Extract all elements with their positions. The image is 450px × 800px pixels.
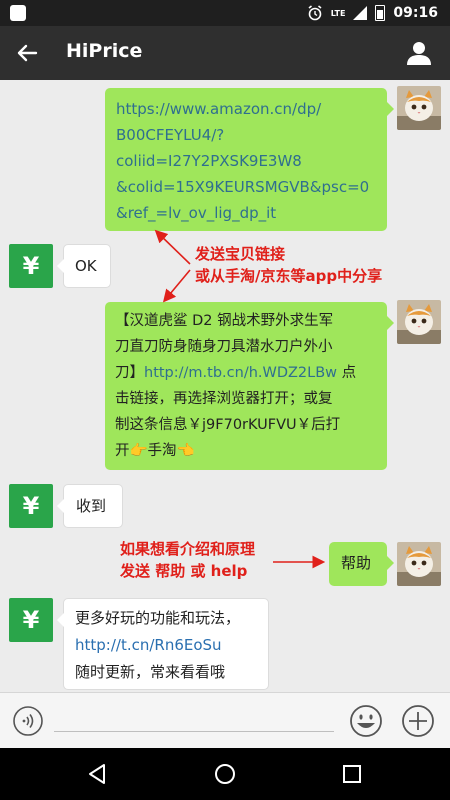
yen-icon: ¥ [22,492,40,520]
message-text: 点 [337,365,357,381]
status-bar: LTE 09:16 [0,0,450,26]
message-link[interactable]: https://www.amazon.cn/dp/ B00CFEYLU4/? c… [116,96,377,226]
message-text: OK [75,257,97,275]
bot-avatar[interactable]: ¥ [9,244,53,288]
message-bubble-incoming[interactable]: 收到 [57,484,123,528]
link-line: B00CFEYLU4/? [116,126,225,144]
message-text-line: 制这条信息￥j9F70rKUFVU￥后打 [115,417,341,433]
yen-icon: ¥ [22,606,40,634]
status-icons: LTE 09:16 [307,0,438,26]
annotation-share-hint: 发送宝贝链接 或从手淘/京东等app中分享 [195,243,382,287]
emoji-icon[interactable] [348,703,384,739]
status-time: 09:16 [393,5,438,21]
link-line: &ref_=lv_ov_lig_dp_it [116,204,277,222]
message-bubble-outgoing[interactable]: 帮助 [329,542,394,586]
message-bubble-incoming[interactable]: 更多好玩的功能和玩法， http://t.cn/Rn6EoSu 随时更新，常来看… [57,598,269,690]
message-bubble-incoming[interactable]: OK [57,244,111,288]
message-text: 刀】 [115,365,144,381]
signal-icon [353,6,368,20]
battery-icon [375,5,386,21]
message-text: 帮助 [341,554,372,572]
bot-avatar[interactable]: ¥ [9,598,53,642]
input-bar [0,692,450,749]
user-avatar[interactable] [397,300,441,344]
bot-avatar[interactable]: ¥ [9,484,53,528]
message-link[interactable]: http://t.cn/Rn6EoSu [75,632,268,659]
annotation-help-hint: 如果想看介绍和原理 发送 帮助 或 help [120,538,255,582]
annotation-line: 发送 帮助 或 help [120,562,248,580]
yen-icon: ¥ [22,252,40,280]
annotation-line: 如果想看介绍和原理 [120,540,256,558]
person-icon[interactable] [404,38,434,68]
user-avatar[interactable] [397,86,441,130]
voice-icon[interactable] [12,705,44,737]
message-bubble-outgoing[interactable]: 【汉道虎鲨 D2 钢战术野外求生军 刀直刀防身随身刀具潜水刀户外小 刀】http… [105,302,394,470]
link-line: coliid=I27Y2PXSK9E3W8 [116,152,302,170]
message-text-line: 开👉手淘👈 [115,443,195,459]
message-text-line: 刀】http://m.tb.cn/h.WDZ2LBw 点 [115,360,379,386]
message-text: 收到 [76,497,107,515]
message-text-line: 【汉道虎鲨 D2 钢战术野外求生军 [115,313,334,329]
message-input[interactable] [54,731,334,732]
plus-icon[interactable] [400,703,436,739]
arrow-left-icon[interactable] [12,38,42,68]
link-line: &colid=15X9KEURSMGVB&psc=0 [116,178,370,196]
nav-home-icon[interactable] [213,762,237,786]
message-text-line: 刀直刀防身随身刀具潜水刀户外小 [115,339,333,355]
annotation-line: 或从手淘/京东等app中分享 [195,267,383,285]
system-nav-bar [0,748,450,800]
nav-recent-icon[interactable] [340,762,364,786]
alarm-icon [308,5,322,21]
arrow-to-link [154,229,191,265]
message-text-line: 更多好玩的功能和玩法， [75,609,241,627]
notification-icon [10,5,26,21]
arrow-to-share [162,269,191,303]
link-line: https://www.amazon.cn/dp/ [116,100,322,118]
annotation-line: 发送宝贝链接 [195,245,286,263]
message-text-line: 击链接，再选择浏览器打开；或复 [115,391,333,407]
user-avatar[interactable] [397,542,441,586]
network-label: LTE [330,8,346,18]
message-bubble-outgoing[interactable]: https://www.amazon.cn/dp/ B00CFEYLU4/? c… [105,88,394,231]
message-link[interactable]: http://m.tb.cn/h.WDZ2LBw [144,365,337,381]
app-bar: HiPrice [0,26,450,80]
nav-back-icon[interactable] [86,762,110,786]
page-title: HiPrice [66,40,143,62]
message-text-line: 随时更新，常来看看哦 [75,663,226,681]
